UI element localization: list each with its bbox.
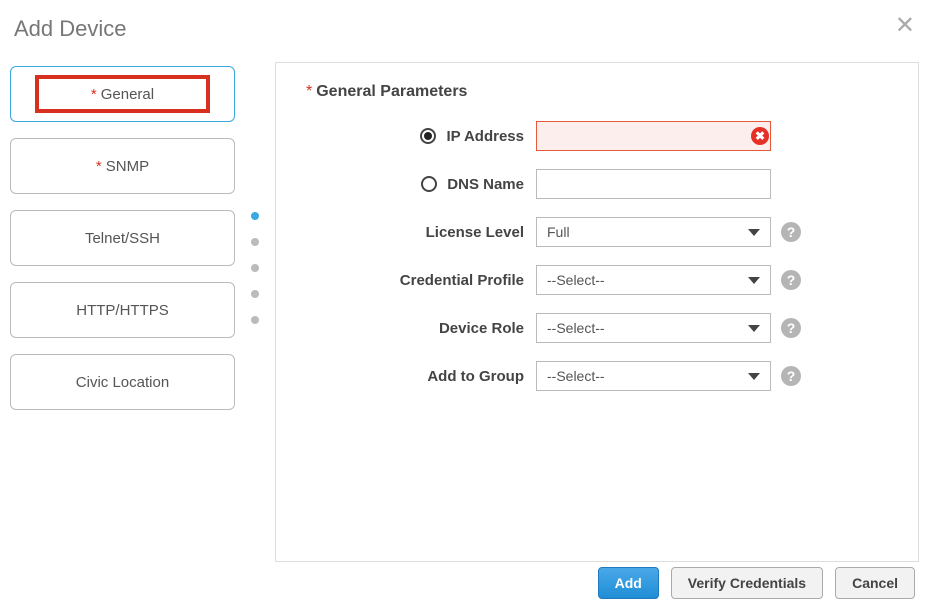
license-level-select[interactable]: Full [536, 217, 771, 247]
dialog-footer: Add Verify Credentials Cancel [598, 567, 915, 599]
error-icon: ✖ [751, 127, 769, 145]
tab-label: HTTP/HTTPS [76, 302, 169, 319]
tab-snmp[interactable]: *SNMP [10, 138, 235, 194]
close-icon[interactable]: ✕ [895, 14, 915, 38]
dns-name-label: DNS Name [447, 176, 524, 193]
tab-label: Civic Location [76, 374, 169, 391]
tab-http-https[interactable]: HTTP/HTTPS [10, 282, 235, 338]
tab-label: Telnet/SSH [85, 230, 160, 247]
step-dot [251, 238, 259, 246]
step-dot [251, 212, 259, 220]
chevron-down-icon [748, 373, 760, 380]
form-panel: *General Parameters IP Address ✖ DNS Nam… [275, 62, 919, 562]
select-value: --Select-- [547, 272, 605, 288]
verify-credentials-button[interactable]: Verify Credentials [671, 567, 823, 599]
help-icon[interactable]: ? [781, 318, 801, 338]
device-role-select[interactable]: --Select-- [536, 313, 771, 343]
tab-civic-location[interactable]: Civic Location [10, 354, 235, 410]
step-dot [251, 316, 259, 324]
highlight-box [35, 75, 210, 113]
help-icon[interactable]: ? [781, 222, 801, 242]
help-icon[interactable]: ? [781, 270, 801, 290]
step-dots [245, 62, 265, 562]
step-dot [251, 264, 259, 272]
device-role-label: Device Role [439, 320, 524, 337]
ip-address-label: IP Address [446, 128, 524, 145]
credential-profile-select[interactable]: --Select-- [536, 265, 771, 295]
required-star: * [96, 158, 102, 175]
select-value: --Select-- [547, 368, 605, 384]
add-button[interactable]: Add [598, 567, 659, 599]
radio-ip-address[interactable] [420, 128, 436, 144]
add-to-group-select[interactable]: --Select-- [536, 361, 771, 391]
ip-address-input[interactable] [536, 121, 771, 151]
select-value: Full [547, 224, 570, 240]
tab-sidebar: *General *SNMP Telnet/SSH HTTP/HTTPS Civ… [10, 62, 235, 562]
chevron-down-icon [748, 325, 760, 332]
radio-dns-name[interactable] [421, 176, 437, 192]
credential-profile-label: Credential Profile [400, 272, 524, 289]
license-level-label: License Level [426, 224, 524, 241]
dns-name-input[interactable] [536, 169, 771, 199]
panel-title: *General Parameters [306, 83, 888, 101]
chevron-down-icon [748, 229, 760, 236]
step-dot [251, 290, 259, 298]
help-icon[interactable]: ? [781, 366, 801, 386]
chevron-down-icon [748, 277, 760, 284]
cancel-button[interactable]: Cancel [835, 567, 915, 599]
add-to-group-label: Add to Group [427, 368, 524, 385]
dialog-title: Add Device [0, 0, 929, 42]
tab-general[interactable]: *General [10, 66, 235, 122]
tab-telnet-ssh[interactable]: Telnet/SSH [10, 210, 235, 266]
tab-label: SNMP [106, 158, 149, 175]
select-value: --Select-- [547, 320, 605, 336]
